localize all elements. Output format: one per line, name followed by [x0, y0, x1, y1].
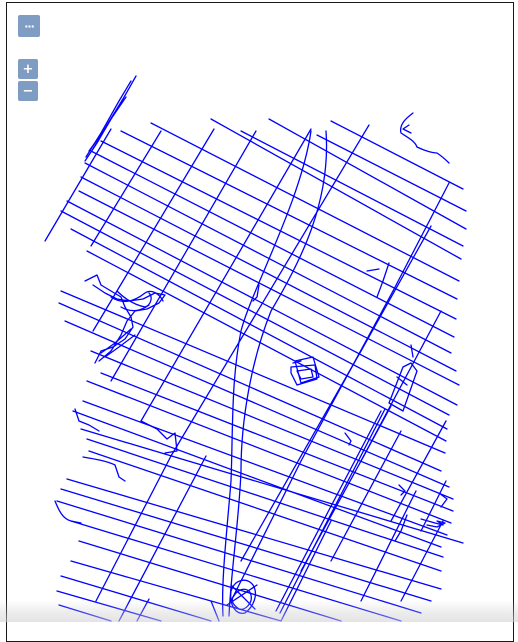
zoom-in-button[interactable]: + — [18, 59, 38, 79]
street-line — [58, 302, 442, 472]
plus-icon: + — [22, 61, 34, 77]
street-line — [86, 438, 444, 558]
street-line — [66, 478, 442, 590]
street-network-map[interactable] — [7, 3, 514, 642]
shoreline — [388, 362, 418, 412]
shoreline — [84, 96, 127, 162]
street-line — [78, 190, 460, 386]
street-line — [268, 118, 467, 230]
street-line — [60, 210, 450, 416]
zoom-out-button[interactable]: − — [18, 81, 38, 101]
avenue-line — [44, 128, 112, 242]
shoreline — [399, 112, 450, 164]
street-line — [150, 122, 460, 282]
street-line — [210, 600, 220, 622]
avenue-line — [170, 124, 370, 457]
map-viewport[interactable]: ··· + − — [6, 2, 514, 642]
street-line — [60, 488, 432, 602]
street-line — [240, 130, 464, 247]
street-line — [316, 134, 467, 212]
shoreline — [402, 124, 412, 134]
map-menu-button[interactable]: ··· — [18, 15, 40, 37]
avenue-line — [140, 128, 312, 422]
street-line — [56, 500, 422, 614]
street-line — [58, 604, 112, 622]
shoreline — [410, 344, 414, 358]
street-line — [136, 598, 150, 622]
street-line — [60, 290, 446, 454]
ellipsis-icon: ··· — [24, 19, 35, 33]
minus-icon: − — [22, 83, 34, 99]
avenue-line — [280, 520, 332, 622]
street-line — [86, 250, 447, 442]
shoreline — [366, 268, 380, 272]
avenue-line — [400, 520, 444, 602]
street-line — [90, 350, 454, 500]
avenue-line — [90, 130, 162, 247]
avenue-line — [92, 128, 215, 332]
shoreline — [85, 80, 132, 158]
street-line — [66, 200, 458, 406]
street-line — [80, 176, 457, 372]
street-line — [72, 410, 442, 548]
shoreline — [92, 98, 124, 150]
street-line — [88, 450, 442, 572]
shoreline — [74, 408, 100, 432]
